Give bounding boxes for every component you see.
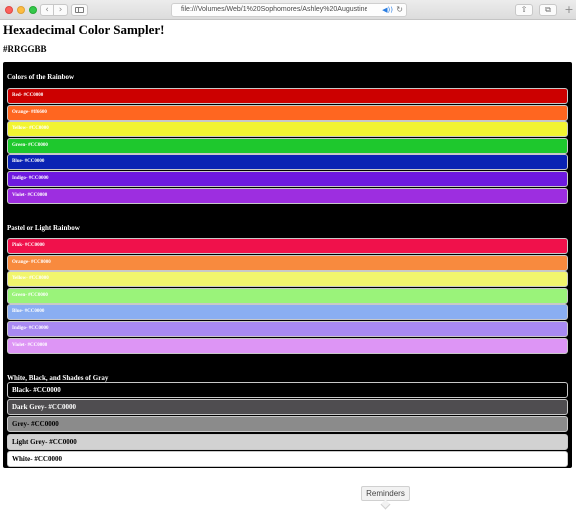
rainbow-swatch: Yellow- #CC0000	[7, 121, 568, 138]
color-sampler-panel: Colors of the Rainbow Pastel or Light Ra…	[3, 62, 572, 468]
rainbow-swatch: Violet- #CC0000	[7, 187, 568, 204]
browser-toolbar: ‹ › file:///Volumes/Web/1%20Sophomores/A…	[0, 0, 576, 20]
share-icon: ⇧	[520, 5, 528, 14]
page-subtitle: #RRGGBB	[3, 44, 47, 54]
show-tabs-button[interactable]: ⧉	[539, 4, 557, 16]
speaker-icon[interactable]: ◀))	[382, 5, 393, 15]
pastel-swatch: Blue- #CC0000	[7, 304, 568, 321]
address-bar[interactable]: file:///Volumes/Web/1%20Sophomores/Ashle…	[171, 3, 407, 17]
grays-swatch: White- #CC0000	[7, 450, 568, 467]
pastel-swatch: Pink- #CC0000	[7, 238, 568, 254]
tabs-icon: ⧉	[545, 5, 551, 14]
plus-icon: +	[564, 3, 574, 16]
grays-swatch: Grey- #CC0000	[7, 416, 568, 433]
close-window-button[interactable]	[5, 6, 13, 14]
share-button[interactable]: ⇧	[515, 4, 533, 16]
rainbow-swatch: Orange- #ff6600	[7, 104, 568, 121]
rainbow-swatch: Blue- #CC0000	[7, 154, 568, 171]
pastel-swatch: Orange- #CC0000	[7, 254, 568, 271]
pastel-heading: Pastel or Light Rainbow	[7, 224, 80, 232]
rainbow-swatch: Red- #CC0000	[7, 88, 568, 104]
grays-swatch: Light Grey- #CC0000	[7, 433, 568, 450]
minimize-window-button[interactable]	[17, 6, 25, 14]
pastel-swatch: Yellow- #CC0000	[7, 271, 568, 288]
url-text: file:///Volumes/Web/1%20Sophomores/Ashle…	[181, 6, 367, 13]
pastel-swatch: Violet- #CC0000	[7, 337, 568, 354]
zoom-window-button[interactable]	[29, 6, 37, 14]
page-title: Hexadecimal Color Sampler!	[3, 22, 165, 37]
grays-swatch: Dark Grey- #CC0000	[7, 399, 568, 416]
rainbow-swatch: Green- #CC0000	[7, 137, 568, 154]
show-sidebar-button[interactable]	[71, 4, 88, 16]
back-button[interactable]: ‹	[40, 4, 54, 16]
chevron-right-icon: ›	[58, 5, 63, 15]
grays-swatch: Black- #CC0000	[7, 382, 568, 398]
pastel-swatch: Green- #CC0000	[7, 287, 568, 304]
pastel-swatch: Indigo- #CC0000	[7, 321, 568, 337]
rainbow-swatch: Indigo- #CC0000	[7, 171, 568, 187]
chevron-left-icon: ‹	[45, 5, 49, 15]
sidebar-icon	[75, 7, 84, 13]
reminders-tooltip: Reminders	[361, 486, 410, 501]
reload-icon[interactable]: ↻	[396, 5, 403, 15]
rainbow-heading: Colors of the Rainbow	[7, 73, 75, 81]
forward-button[interactable]: ›	[54, 4, 68, 16]
new-tab-button[interactable]: +	[562, 3, 576, 18]
